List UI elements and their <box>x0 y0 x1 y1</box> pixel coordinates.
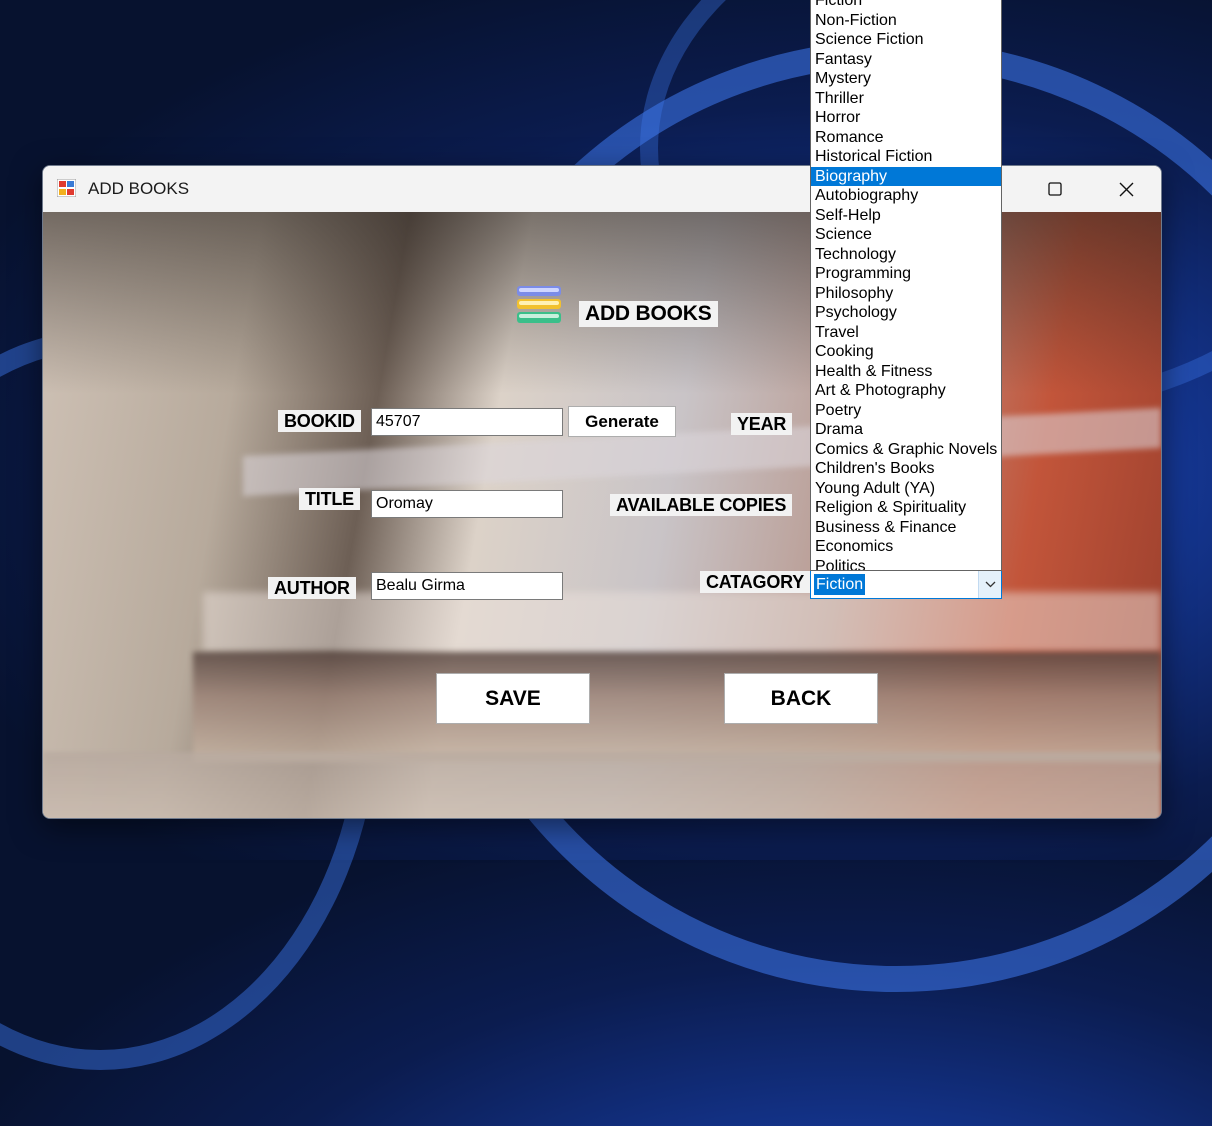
dropdown-option[interactable]: Psychology <box>811 303 1001 323</box>
page-title: ADD BOOKS <box>579 301 718 327</box>
category-label: CATAGORY <box>700 571 811 593</box>
books-stack-icon <box>517 286 561 323</box>
dropdown-option[interactable]: Religion & Spirituality <box>811 498 1001 518</box>
dropdown-option[interactable]: Fantasy <box>811 50 1001 70</box>
title-label: TITLE <box>299 488 360 510</box>
combobox-arrow-button[interactable] <box>978 571 1001 598</box>
maximize-icon <box>1048 182 1062 196</box>
title-input[interactable] <box>371 490 563 518</box>
dropdown-option[interactable]: Non-Fiction <box>811 11 1001 31</box>
available-copies-label: AVAILABLE COPIES <box>610 494 793 516</box>
dropdown-option[interactable]: Business & Finance <box>811 518 1001 538</box>
dropdown-option[interactable]: Programming <box>811 264 1001 284</box>
dropdown-option[interactable]: Biography <box>811 166 1001 186</box>
author-input[interactable] <box>371 572 563 600</box>
category-selected-value: Fiction <box>814 574 866 595</box>
maximize-button[interactable] <box>1020 166 1090 212</box>
dropdown-option[interactable]: Drama <box>811 420 1001 440</box>
year-label: YEAR <box>731 413 793 435</box>
dropdown-option[interactable]: Horror <box>811 108 1001 128</box>
dropdown-option[interactable]: Historical Fiction <box>811 147 1001 167</box>
generate-button[interactable]: Generate <box>568 406 676 437</box>
bookid-label: BOOKID <box>278 410 361 432</box>
dropdown-option[interactable]: Romance <box>811 128 1001 148</box>
dropdown-option[interactable]: Fiction <box>811 0 1001 11</box>
dropdown-option[interactable]: Self-Help <box>811 206 1001 226</box>
category-dropdown-list[interactable]: Fiction Non-Fiction Science Fiction Fantasy… <box>810 0 1002 571</box>
dropdown-option[interactable]: Politics <box>811 557 1001 571</box>
dropdown-option[interactable]: Technology <box>811 245 1001 265</box>
dropdown-option[interactable]: Thriller <box>811 89 1001 109</box>
app-icon <box>57 179 76 197</box>
dropdown-option[interactable]: Young Adult (YA) <box>811 479 1001 499</box>
close-icon <box>1119 182 1133 196</box>
bookid-input[interactable] <box>371 408 563 436</box>
dropdown-option[interactable]: Mystery <box>811 69 1001 89</box>
dropdown-option[interactable]: Science <box>811 225 1001 245</box>
book-spine-decoration <box>193 652 1161 762</box>
dropdown-option[interactable]: Travel <box>811 323 1001 343</box>
dropdown-option[interactable]: Health & Fitness <box>811 362 1001 382</box>
window-title: ADD BOOKS <box>88 179 190 198</box>
category-combobox[interactable]: Fiction <box>810 570 1002 599</box>
dropdown-option[interactable]: Cooking <box>811 342 1001 362</box>
dropdown-option[interactable]: Art & Photography <box>811 381 1001 401</box>
back-button[interactable]: BACK <box>724 673 878 724</box>
dropdown-option[interactable]: Comics & Graphic Novels <box>811 440 1001 460</box>
dropdown-option[interactable]: Children's Books <box>811 459 1001 479</box>
book-page-decoration <box>203 592 1161 652</box>
close-button[interactable] <box>1091 166 1161 212</box>
save-button[interactable]: SAVE <box>436 673 590 724</box>
dropdown-option[interactable]: Poetry <box>811 401 1001 421</box>
dropdown-option[interactable]: Philosophy <box>811 284 1001 304</box>
author-label: AUTHOR <box>268 577 356 599</box>
chevron-down-icon <box>985 581 995 588</box>
dropdown-option[interactable]: Autobiography <box>811 186 1001 206</box>
dropdown-option[interactable]: Science Fiction <box>811 30 1001 50</box>
dropdown-option[interactable]: Economics <box>811 537 1001 557</box>
table-surface-decoration <box>43 752 1161 818</box>
